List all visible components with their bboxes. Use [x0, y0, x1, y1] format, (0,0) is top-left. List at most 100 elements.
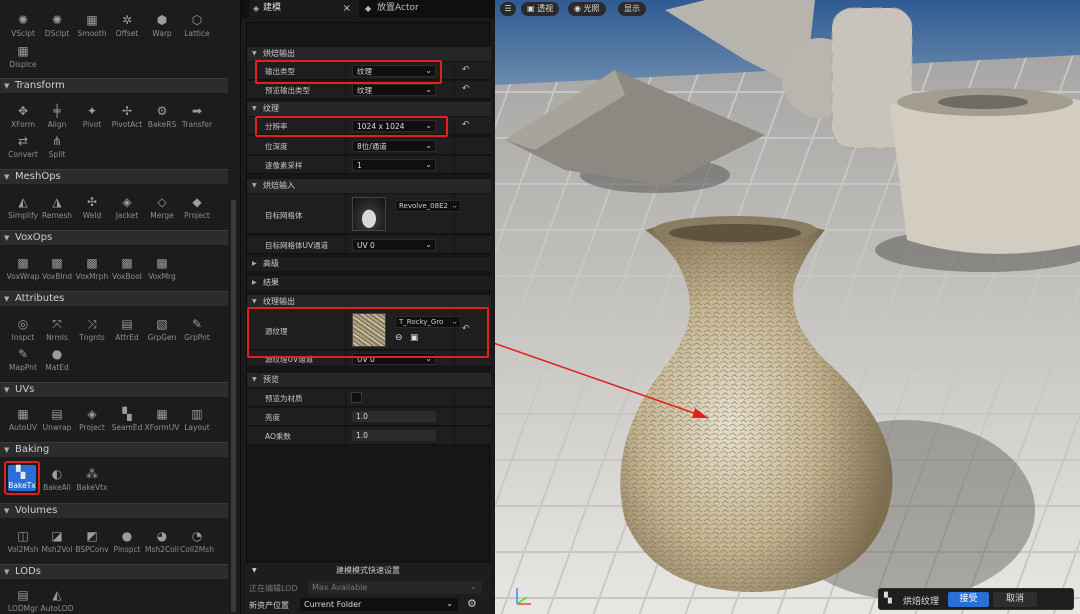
normals-icon: ⤧	[52, 317, 62, 331]
auto-lod-icon: ◭	[52, 588, 62, 602]
auto-uv-icon: ▦	[17, 407, 29, 421]
new-asset-location-dropdown[interactable]: Current Folder ⌄	[300, 598, 458, 611]
map-paint-icon: ✎	[17, 347, 29, 361]
section-voxops[interactable]: ▼ VoxOps	[0, 230, 228, 245]
expand-triangle-icon: ▶	[252, 279, 257, 286]
collapse-triangle-icon: ▼	[4, 234, 10, 242]
viewport-menu-icon[interactable]: ☰	[500, 2, 516, 16]
tool-coll2msh[interactable]: ◔ Coll2Msh	[178, 529, 216, 557]
expand-triangle-icon: ▶	[252, 260, 257, 267]
column-divider	[454, 389, 455, 406]
tool-mated[interactable]: ● MatEd	[38, 347, 76, 375]
column-divider	[454, 137, 455, 154]
column-divider	[345, 427, 346, 444]
collapse-triangle-icon: ▼	[4, 507, 10, 515]
palette-scrollbar[interactable]	[231, 200, 236, 612]
bsp-convert-icon: ◩	[86, 529, 98, 543]
place-actor-icon: ◆	[365, 4, 372, 13]
section-bake-input[interactable]: ▼ 烘焙输入	[247, 179, 491, 193]
perspective-button[interactable]: ▣ 透视	[521, 2, 560, 16]
tool-displace[interactable]: ▦ Displce	[4, 44, 42, 72]
target-uv-channel-dropdown[interactable]: UV 0 ⌄	[352, 239, 436, 251]
reset-arrow-icon[interactable]: ↶	[462, 120, 470, 130]
tool-lattice[interactable]: ⬡ Lattice	[178, 13, 216, 41]
tangents-icon: ⤨	[87, 317, 97, 331]
quick-settings-header[interactable]: ▼ 建模模式快速设置	[246, 564, 490, 578]
lighting-button[interactable]: ◉ 光照	[568, 2, 606, 16]
mesh-to-volume-icon: ◪	[51, 529, 63, 543]
section-lods[interactable]: ▼ LODs	[0, 564, 228, 579]
tool-project[interactable]: ◆ Project	[178, 195, 216, 223]
dsculpt-icon: ✺	[51, 13, 63, 27]
cancel-button[interactable]: 取消	[993, 592, 1037, 607]
unwrap-icon: ▤	[51, 407, 63, 421]
gear-icon[interactable]: ⚙	[467, 597, 477, 610]
inspect-icon: ◎	[17, 317, 29, 331]
section-texture[interactable]: ▼ 纹理	[247, 102, 491, 116]
subsample-dropdown[interactable]: 1 ⌄	[352, 159, 436, 171]
section-meshops[interactable]: ▼ MeshOps	[0, 169, 228, 184]
merge-icon: ◇	[157, 195, 167, 209]
section-result[interactable]: ▶ 结果	[247, 276, 491, 290]
section-attributes[interactable]: ▼ Attributes	[0, 291, 228, 306]
tool-split[interactable]: ⋔ Split	[38, 134, 76, 162]
reset-arrow-icon[interactable]: ↶	[462, 84, 470, 94]
weld-icon: ✣	[86, 195, 98, 209]
quick-settings: ▼ 建模模式快速设置 正在编辑LOD Max Available ⌄ 新资产位置 …	[246, 564, 490, 614]
section-advanced[interactable]: ▶ 高级	[247, 257, 491, 271]
section-baking[interactable]: ▼ Baking	[0, 442, 228, 457]
tool-voxmrg[interactable]: ▩ VoxMrg	[143, 256, 181, 284]
layout-icon: ▥	[191, 407, 203, 421]
chevron-down-icon: ⌄	[446, 599, 453, 608]
collapse-triangle-icon: ▼	[252, 50, 257, 57]
reset-arrow-icon[interactable]: ↶	[462, 65, 470, 75]
column-divider	[454, 427, 455, 444]
annotation-source-texture	[247, 307, 489, 358]
tab-place-actor[interactable]: ◆ 放置Actor	[361, 0, 481, 18]
section-uvs[interactable]: ▼ UVs	[0, 382, 228, 397]
section-transform[interactable]: ▼ Transform	[0, 78, 228, 93]
section-preview[interactable]: ▼ 预览	[247, 373, 491, 387]
tool-transfer[interactable]: ➡ Transfer	[178, 104, 216, 132]
column-divider	[345, 236, 346, 253]
column-divider	[345, 408, 346, 425]
material-editor-icon: ●	[51, 347, 63, 361]
tool-bakevtx[interactable]: ⁂ BakeVtx	[73, 467, 111, 495]
preview-as-material-checkbox[interactable]	[351, 392, 362, 403]
bake-tool-properties: ▼ 烘焙输出 输出类型 纹理 ⌄ ↶ 预览输出类型 纹理 ⌄ ↶ ▼ 纹理 分辨率 10…	[246, 22, 491, 562]
row-subsample: 逐像素采样 1 ⌄	[247, 156, 491, 174]
row-preview-as-material: 预览为材质	[247, 389, 491, 407]
show-button[interactable]: 显示	[618, 2, 646, 16]
tool-grppnt[interactable]: ✎ GrpPnt	[178, 317, 216, 345]
section-bake-output[interactable]: ▼ 烘焙输出	[247, 47, 491, 61]
bit-depth-dropdown[interactable]: 8位/通道 ⌄	[352, 140, 436, 152]
remesh-icon: ◮	[52, 195, 62, 209]
tool-layout[interactable]: ▥ Layout	[178, 407, 216, 435]
tab-modeling[interactable]: ◈ 建模 ×	[249, 0, 359, 18]
target-mesh-thumbnail[interactable]	[352, 197, 386, 231]
brightness-input[interactable]: 1.0	[352, 411, 436, 422]
volume-to-mesh-icon: ◫	[17, 529, 29, 543]
offset-icon: ✲	[121, 13, 133, 27]
seam-editor-icon: ▚	[122, 407, 132, 421]
collapse-triangle-icon: ▼	[4, 82, 10, 90]
preview-output-type-dropdown[interactable]: 纹理 ⌄	[352, 84, 436, 96]
chevron-down-icon: ⌄	[425, 240, 432, 249]
bakers-icon: ⚙	[156, 104, 168, 118]
tool-autolod[interactable]: ◭ AutoLOD	[38, 588, 76, 614]
vase-opening	[669, 224, 801, 242]
editing-lod-dropdown[interactable]: Max Available ⌄	[308, 581, 482, 594]
target-mesh-asset-picker[interactable]: Revolve_08E2⌄	[395, 200, 461, 212]
viewport[interactable]: ☰ ▣ 透视 ◉ 光照 显示	[495, 0, 1080, 614]
close-icon[interactable]: ×	[343, 0, 351, 17]
align-icon: ╪	[53, 104, 61, 118]
simplify-icon: ◭	[18, 195, 28, 209]
section-volumes[interactable]: ▼ Volumes	[0, 503, 228, 518]
accept-button[interactable]: 接受	[948, 592, 989, 607]
collapse-triangle-icon: ▼	[4, 295, 10, 303]
modeling-icon: ◈	[253, 4, 260, 13]
ao-multiplier-input[interactable]: 1.0	[352, 430, 436, 441]
torus-block	[890, 93, 1080, 254]
collapse-triangle-icon: ▼	[4, 446, 10, 454]
row-brightness: 亮度 1.0	[247, 408, 491, 426]
